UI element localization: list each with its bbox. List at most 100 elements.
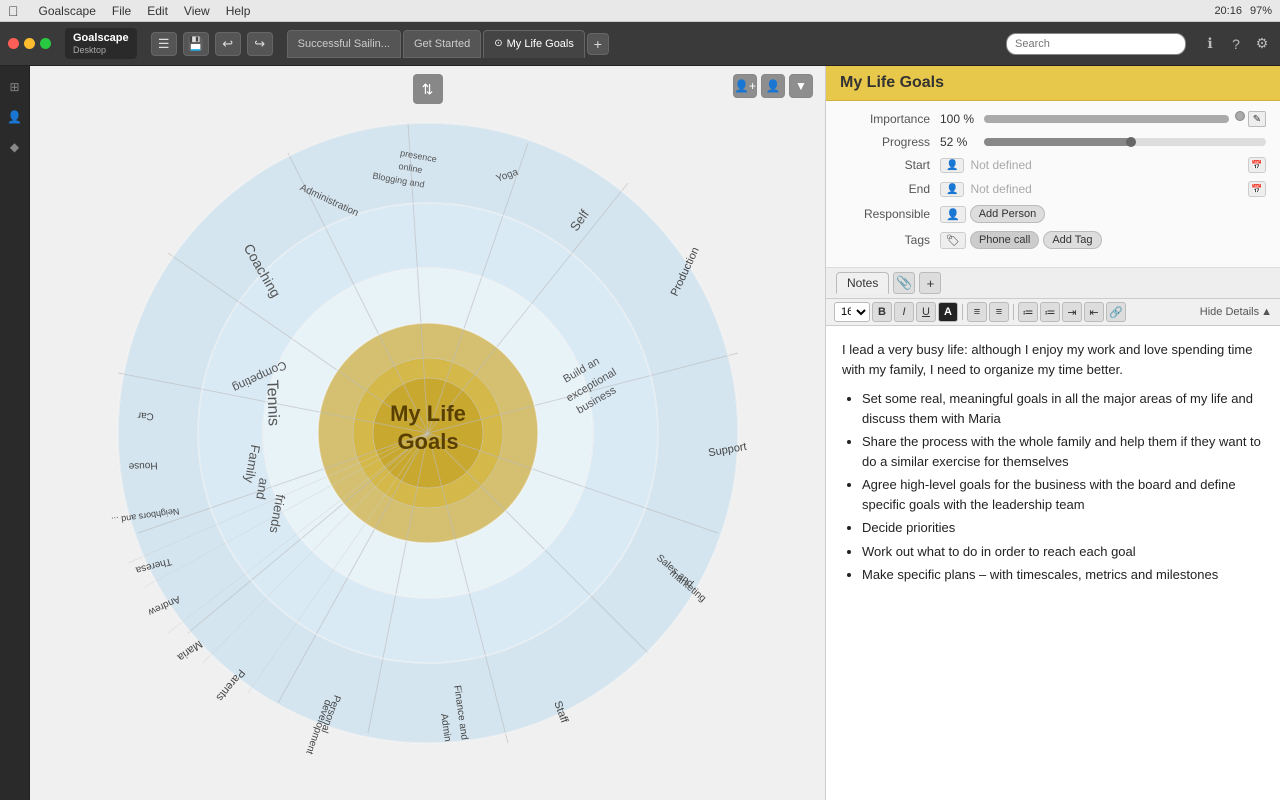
tab-get-started-label: Get Started (414, 38, 470, 50)
panel-fields: Importance 100 % ✎ Progress 52 % (826, 101, 1280, 268)
main-content: ⊞ 👤 ◆ ⇅ 👤+ 👤 ▼ (0, 66, 1280, 800)
minimize-button[interactable] (24, 38, 35, 49)
end-row: End 👤 Not defined 📅 (840, 181, 1266, 197)
sidebar-icon-user[interactable]: 👤 (4, 106, 26, 128)
add-tab-button[interactable]: + (587, 33, 609, 55)
svg-text:Car: Car (136, 409, 154, 421)
tab-get-started[interactable]: Get Started (403, 30, 481, 58)
sidebar-icon-diamond[interactable]: ◆ (4, 136, 26, 158)
undo-button[interactable]: ↩ (215, 32, 241, 56)
tags-row: Tags 🏷 Phone call Add Tag (840, 231, 1266, 249)
end-icon[interactable]: 👤 (940, 182, 964, 197)
redo-button[interactable]: ↪ (247, 32, 273, 56)
responsible-row: Responsible 👤 Add Person (840, 205, 1266, 223)
tag-icon[interactable]: 🏷 (940, 232, 966, 249)
start-calendar-button[interactable]: 📅 (1248, 157, 1266, 173)
notes-toolbar: Notes 📎 + (826, 268, 1280, 299)
font-size-select[interactable]: 16 (834, 302, 870, 322)
end-value: Not defined (970, 182, 1031, 196)
zoom-in-button[interactable]: 👤+ (733, 74, 757, 98)
window-controls (8, 38, 51, 49)
menubar-right: 20:16 97% (1214, 5, 1272, 17)
right-panel: My Life Goals Importance 100 % ✎ Progres… (825, 66, 1280, 800)
menubar-time: 20:16 (1214, 5, 1242, 17)
importance-value: 100 % (940, 112, 976, 126)
add-tag-button[interactable]: Add Tag (1043, 231, 1101, 249)
notes-content[interactable]: I lead a very busy life: although I enjo… (826, 326, 1280, 800)
notes-bullet-list: Set some real, meaningful goals in all t… (862, 389, 1264, 585)
menubar-battery: 97% (1250, 5, 1272, 17)
progress-row: Progress 52 % (840, 135, 1266, 149)
tab-my-life-goals[interactable]: ⊙ My Life Goals (483, 30, 585, 58)
close-button[interactable] (8, 38, 19, 49)
toolbar-right-icons: ℹ ? ⚙ (1200, 34, 1272, 54)
progress-value: 52 % (940, 135, 976, 149)
menu-help[interactable]: Help (226, 4, 251, 18)
start-label: Start (840, 158, 930, 172)
sidebar: ⊞ 👤 ◆ (0, 66, 30, 800)
toolbar: Goalscape Desktop ☰ 💾 ↩ ↪ Successful Sai… (0, 22, 1280, 66)
settings-icon[interactable]: ⚙ (1252, 34, 1272, 54)
apple-menu[interactable]:  (8, 3, 19, 19)
menu-goalscape[interactable]: Goalscape (39, 4, 96, 18)
outdent-button[interactable]: ⇤ (1084, 302, 1104, 322)
link-button[interactable]: 🔗 (1106, 302, 1126, 322)
importance-edit-button[interactable]: ✎ (1248, 111, 1266, 127)
bullet-item-0: Set some real, meaningful goals in all t… (862, 389, 1264, 428)
maximize-button[interactable] (40, 38, 51, 49)
tab-sailing[interactable]: Successful Sailin... (287, 30, 401, 58)
separator-1 (962, 304, 963, 320)
format-toolbar: 16 B I U A ≡ ≡ ≔ ≔ ⇥ ⇤ 🔗 Hide Details ▲ (826, 299, 1280, 326)
search-input[interactable] (1006, 33, 1186, 55)
add-person-button[interactable]: Add Person (970, 205, 1045, 223)
end-calendar-button[interactable]: 📅 (1248, 181, 1266, 197)
add-note-button[interactable]: + (919, 272, 941, 294)
align-left-button[interactable]: ≡ (967, 302, 987, 322)
indent-button[interactable]: ⇥ (1062, 302, 1082, 322)
text-color-button[interactable]: A (938, 302, 958, 322)
menu-view[interactable]: View (184, 4, 210, 18)
question-icon[interactable]: ? (1226, 34, 1246, 54)
sidebar-icon-grid[interactable]: ⊞ (4, 76, 26, 98)
tab-my-life-goals-label: My Life Goals (507, 38, 574, 50)
italic-button[interactable]: I (894, 302, 914, 322)
tags-label: Tags (840, 233, 930, 247)
svg-text:My Life: My Life (390, 401, 466, 426)
phone-call-tag[interactable]: Phone call (970, 231, 1039, 249)
notes-paragraph: I lead a very busy life: although I enjo… (842, 340, 1264, 379)
save-button[interactable]: 💾 (183, 32, 209, 56)
sidebar-toggle-button[interactable]: ☰ (151, 32, 177, 56)
importance-label: Importance (840, 112, 930, 126)
menu-file[interactable]: File (112, 4, 131, 18)
align-center-button[interactable]: ≡ (989, 302, 1009, 322)
bullet-list-button[interactable]: ≔ (1018, 302, 1038, 322)
tab-circle-icon: ⊙ (494, 38, 502, 49)
separator-2 (1013, 304, 1014, 320)
responsible-person-icon[interactable]: 👤 (940, 206, 966, 223)
bullet-item-5: Make specific plans – with timescales, m… (862, 565, 1264, 585)
underline-button[interactable]: U (916, 302, 936, 322)
responsible-label: Responsible (840, 207, 930, 221)
chevron-up-icon: ▲ (1261, 306, 1272, 318)
bullet-item-1: Share the process with the whole family … (862, 432, 1264, 471)
expand-button[interactable]: ▼ (789, 74, 813, 98)
scroll-arrow[interactable]: ⇅ (413, 74, 443, 104)
radial-chart: My Life Goals Production Support Sales a… (88, 93, 768, 773)
attach-button[interactable]: 📎 (893, 272, 915, 294)
importance-lock-icon[interactable] (1235, 111, 1245, 121)
hide-details-button[interactable]: Hide Details ▲ (1200, 306, 1272, 318)
menubar:  Goalscape File Edit View Help 20:16 97… (0, 0, 1280, 22)
bold-button[interactable]: B (872, 302, 892, 322)
start-icon[interactable]: 👤 (940, 158, 964, 173)
menu-edit[interactable]: Edit (147, 4, 168, 18)
app-logo: Goalscape Desktop (65, 28, 137, 60)
notes-tab[interactable]: Notes (836, 272, 889, 294)
progress-bar[interactable] (984, 138, 1266, 146)
svg-text:Maria: Maria (174, 638, 204, 664)
end-label: End (840, 182, 930, 196)
info-icon[interactable]: ℹ (1200, 34, 1220, 54)
importance-bar[interactable] (984, 115, 1229, 123)
numbered-list-button[interactable]: ≔ (1040, 302, 1060, 322)
zoom-out-button[interactable]: 👤 (761, 74, 785, 98)
tab-sailing-label: Successful Sailin... (298, 38, 390, 50)
